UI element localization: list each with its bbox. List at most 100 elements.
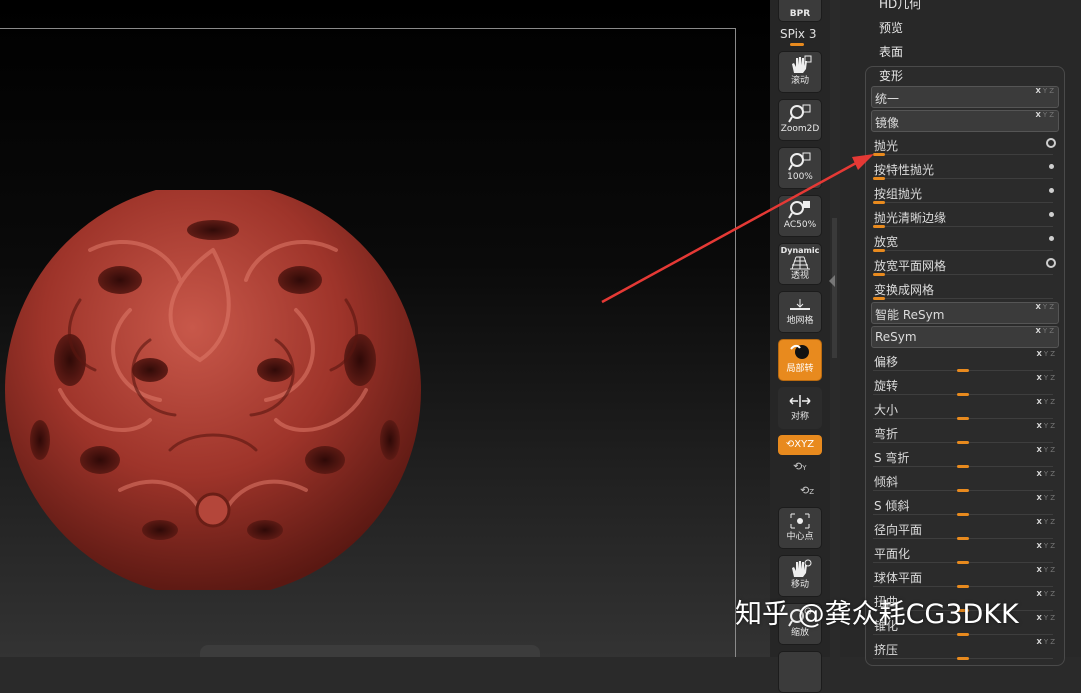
slider-knob[interactable] [873, 249, 885, 252]
slider-knob[interactable] [957, 585, 969, 588]
xyz-axis-toggle[interactable]: XYZ [1037, 638, 1055, 646]
deform-button[interactable]: 镜像 X Y Z [871, 110, 1059, 132]
dot-indicator-icon[interactable] [1049, 212, 1054, 217]
symmetry-arrows-icon [789, 395, 811, 407]
canvas-viewport[interactable] [0, 0, 770, 657]
xyz-axis-toggle[interactable]: XYZ [1037, 542, 1055, 550]
menu-deformation[interactable]: 变形 [879, 67, 903, 84]
rotate-z-button[interactable]: ⟲Z [800, 484, 814, 497]
xyz-axis-toggle[interactable]: XYZ [1037, 614, 1055, 622]
xyz-axis-toggle[interactable]: XYZ [1037, 398, 1055, 406]
deform-slider[interactable]: 按组抛光 [871, 182, 1059, 204]
floor-grid-button[interactable]: 地网格 [778, 291, 822, 333]
xyz-axis-toggle[interactable]: XYZ [1037, 518, 1055, 526]
slider-knob[interactable] [957, 561, 969, 564]
xyz-axis-toggle[interactable]: XYZ [1037, 566, 1055, 574]
deform-slider[interactable]: 抛光清晰边缘 [871, 206, 1059, 228]
slider-knob[interactable] [873, 177, 885, 180]
xyz-axis-toggle[interactable]: XYZ [1037, 470, 1055, 478]
deform-slider[interactable]: 按特性抛光 [871, 158, 1059, 180]
deform-slider[interactable]: 平面化 X Y Z [871, 542, 1059, 564]
slider-knob[interactable] [957, 657, 969, 660]
slider-track[interactable] [873, 178, 1053, 179]
horizontal-scrollbar[interactable] [200, 645, 540, 657]
dot-indicator-icon[interactable] [1049, 164, 1054, 169]
deform-slider[interactable]: 放宽平面网格 [871, 254, 1059, 276]
local-rotate-button[interactable]: 局部转 [778, 339, 822, 381]
deform-slider[interactable]: 大小 X Y Z [871, 398, 1059, 420]
slider-knob[interactable] [957, 513, 969, 516]
zoom-100-button[interactable]: 100% [778, 147, 822, 189]
xyz-axis-toggle[interactable]: XYZ [1036, 303, 1054, 311]
slider-track[interactable] [873, 298, 1053, 299]
xyz-axis-toggle[interactable]: XYZ [1037, 590, 1055, 598]
xyz-axis-toggle[interactable]: XYZ [1037, 494, 1055, 502]
deform-slider[interactable]: 径向平面 X Y Z [871, 518, 1059, 540]
rotate-button[interactable] [778, 651, 822, 693]
xyz-axis-toggle[interactable]: XYZ [1037, 350, 1055, 358]
slider-knob[interactable] [873, 225, 885, 228]
move-button[interactable]: 移动 [778, 555, 822, 597]
center-point-button[interactable]: 中心点 [778, 507, 822, 549]
carved-sphere-model[interactable] [0, 190, 440, 590]
slider-track[interactable] [873, 274, 1053, 275]
y-axis-label: Y [802, 464, 807, 472]
rotate-y-button[interactable]: ⟲Y [793, 460, 807, 473]
ring-indicator-icon[interactable] [1046, 258, 1056, 268]
slider-knob[interactable] [873, 153, 885, 156]
perspective-button[interactable]: Dynamic 透视 [778, 243, 822, 285]
slider-track[interactable] [873, 250, 1053, 251]
slider-knob[interactable] [873, 201, 885, 204]
slider-knob[interactable] [957, 537, 969, 540]
menu-preview[interactable]: 预览 [879, 19, 903, 36]
xyz-axis-toggle[interactable]: XYZ [1037, 422, 1055, 430]
ac50-button[interactable]: AC50% [778, 195, 822, 237]
symmetry-button[interactable]: 对称 [778, 387, 822, 429]
slider-knob[interactable] [957, 369, 969, 372]
deform-slider[interactable]: 球体平面 X Y Z [871, 566, 1059, 588]
scroll-button[interactable]: 滚动 [778, 51, 822, 93]
deform-slider[interactable]: S 倾斜 X Y Z [871, 494, 1059, 516]
slider-knob[interactable] [957, 465, 969, 468]
spix-slider[interactable] [790, 43, 804, 46]
slider-track[interactable] [873, 154, 1053, 155]
deform-slider[interactable]: 变换成网格 [871, 278, 1059, 300]
zoom2d-button[interactable]: Zoom2D [778, 99, 822, 141]
deform-label: 抛光 [874, 139, 899, 153]
deform-slider[interactable]: 旋转 X Y Z [871, 374, 1059, 396]
slider-knob[interactable] [873, 297, 885, 300]
xyz-axis-toggle[interactable]: XYZ [1036, 327, 1054, 335]
deform-button[interactable]: ReSym X Y Z [871, 326, 1059, 348]
slider-knob[interactable] [957, 393, 969, 396]
xyz-axis-toggle[interactable]: XYZ [1037, 374, 1055, 382]
axis-x-label: X [1036, 446, 1042, 454]
dot-indicator-icon[interactable] [1049, 236, 1054, 241]
ring-indicator-icon[interactable] [1046, 138, 1056, 148]
menu-hd-geometry[interactable]: HD几何 [879, 0, 921, 12]
bpr-label: BPR [789, 9, 811, 19]
slider-knob[interactable] [873, 273, 885, 276]
slider-track[interactable] [873, 202, 1053, 203]
collapse-arrow-icon[interactable] [829, 275, 835, 287]
xyz-axis-toggle[interactable]: XYZ [1037, 446, 1055, 454]
menu-surface[interactable]: 表面 [879, 43, 903, 60]
deform-slider[interactable]: 偏移 X Y Z [871, 350, 1059, 372]
deform-button[interactable]: 智能 ReSym X Y Z [871, 302, 1059, 324]
slider-track[interactable] [873, 226, 1053, 227]
deform-button[interactable]: 统一 X Y Z [871, 86, 1059, 108]
slider-knob[interactable] [957, 633, 969, 636]
deform-slider[interactable]: 弯折 X Y Z [871, 422, 1059, 444]
deform-slider[interactable]: 倾斜 X Y Z [871, 470, 1059, 492]
dot-indicator-icon[interactable] [1049, 188, 1054, 193]
bpr-render-button[interactable]: BPR [778, 0, 822, 22]
slider-knob[interactable] [957, 417, 969, 420]
slider-knob[interactable] [957, 489, 969, 492]
deform-slider[interactable]: 放宽 [871, 230, 1059, 252]
xyz-axis-toggle[interactable]: XYZ [1036, 111, 1054, 119]
xyz-axis-toggle[interactable]: XYZ [1036, 87, 1054, 95]
panel-scroll-thumb[interactable] [832, 218, 837, 358]
deform-slider[interactable]: S 弯折 X Y Z [871, 446, 1059, 468]
xyz-toggle-button[interactable]: ⟲XYZ [778, 435, 822, 455]
deform-slider[interactable]: 抛光 [871, 134, 1059, 156]
slider-knob[interactable] [957, 441, 969, 444]
